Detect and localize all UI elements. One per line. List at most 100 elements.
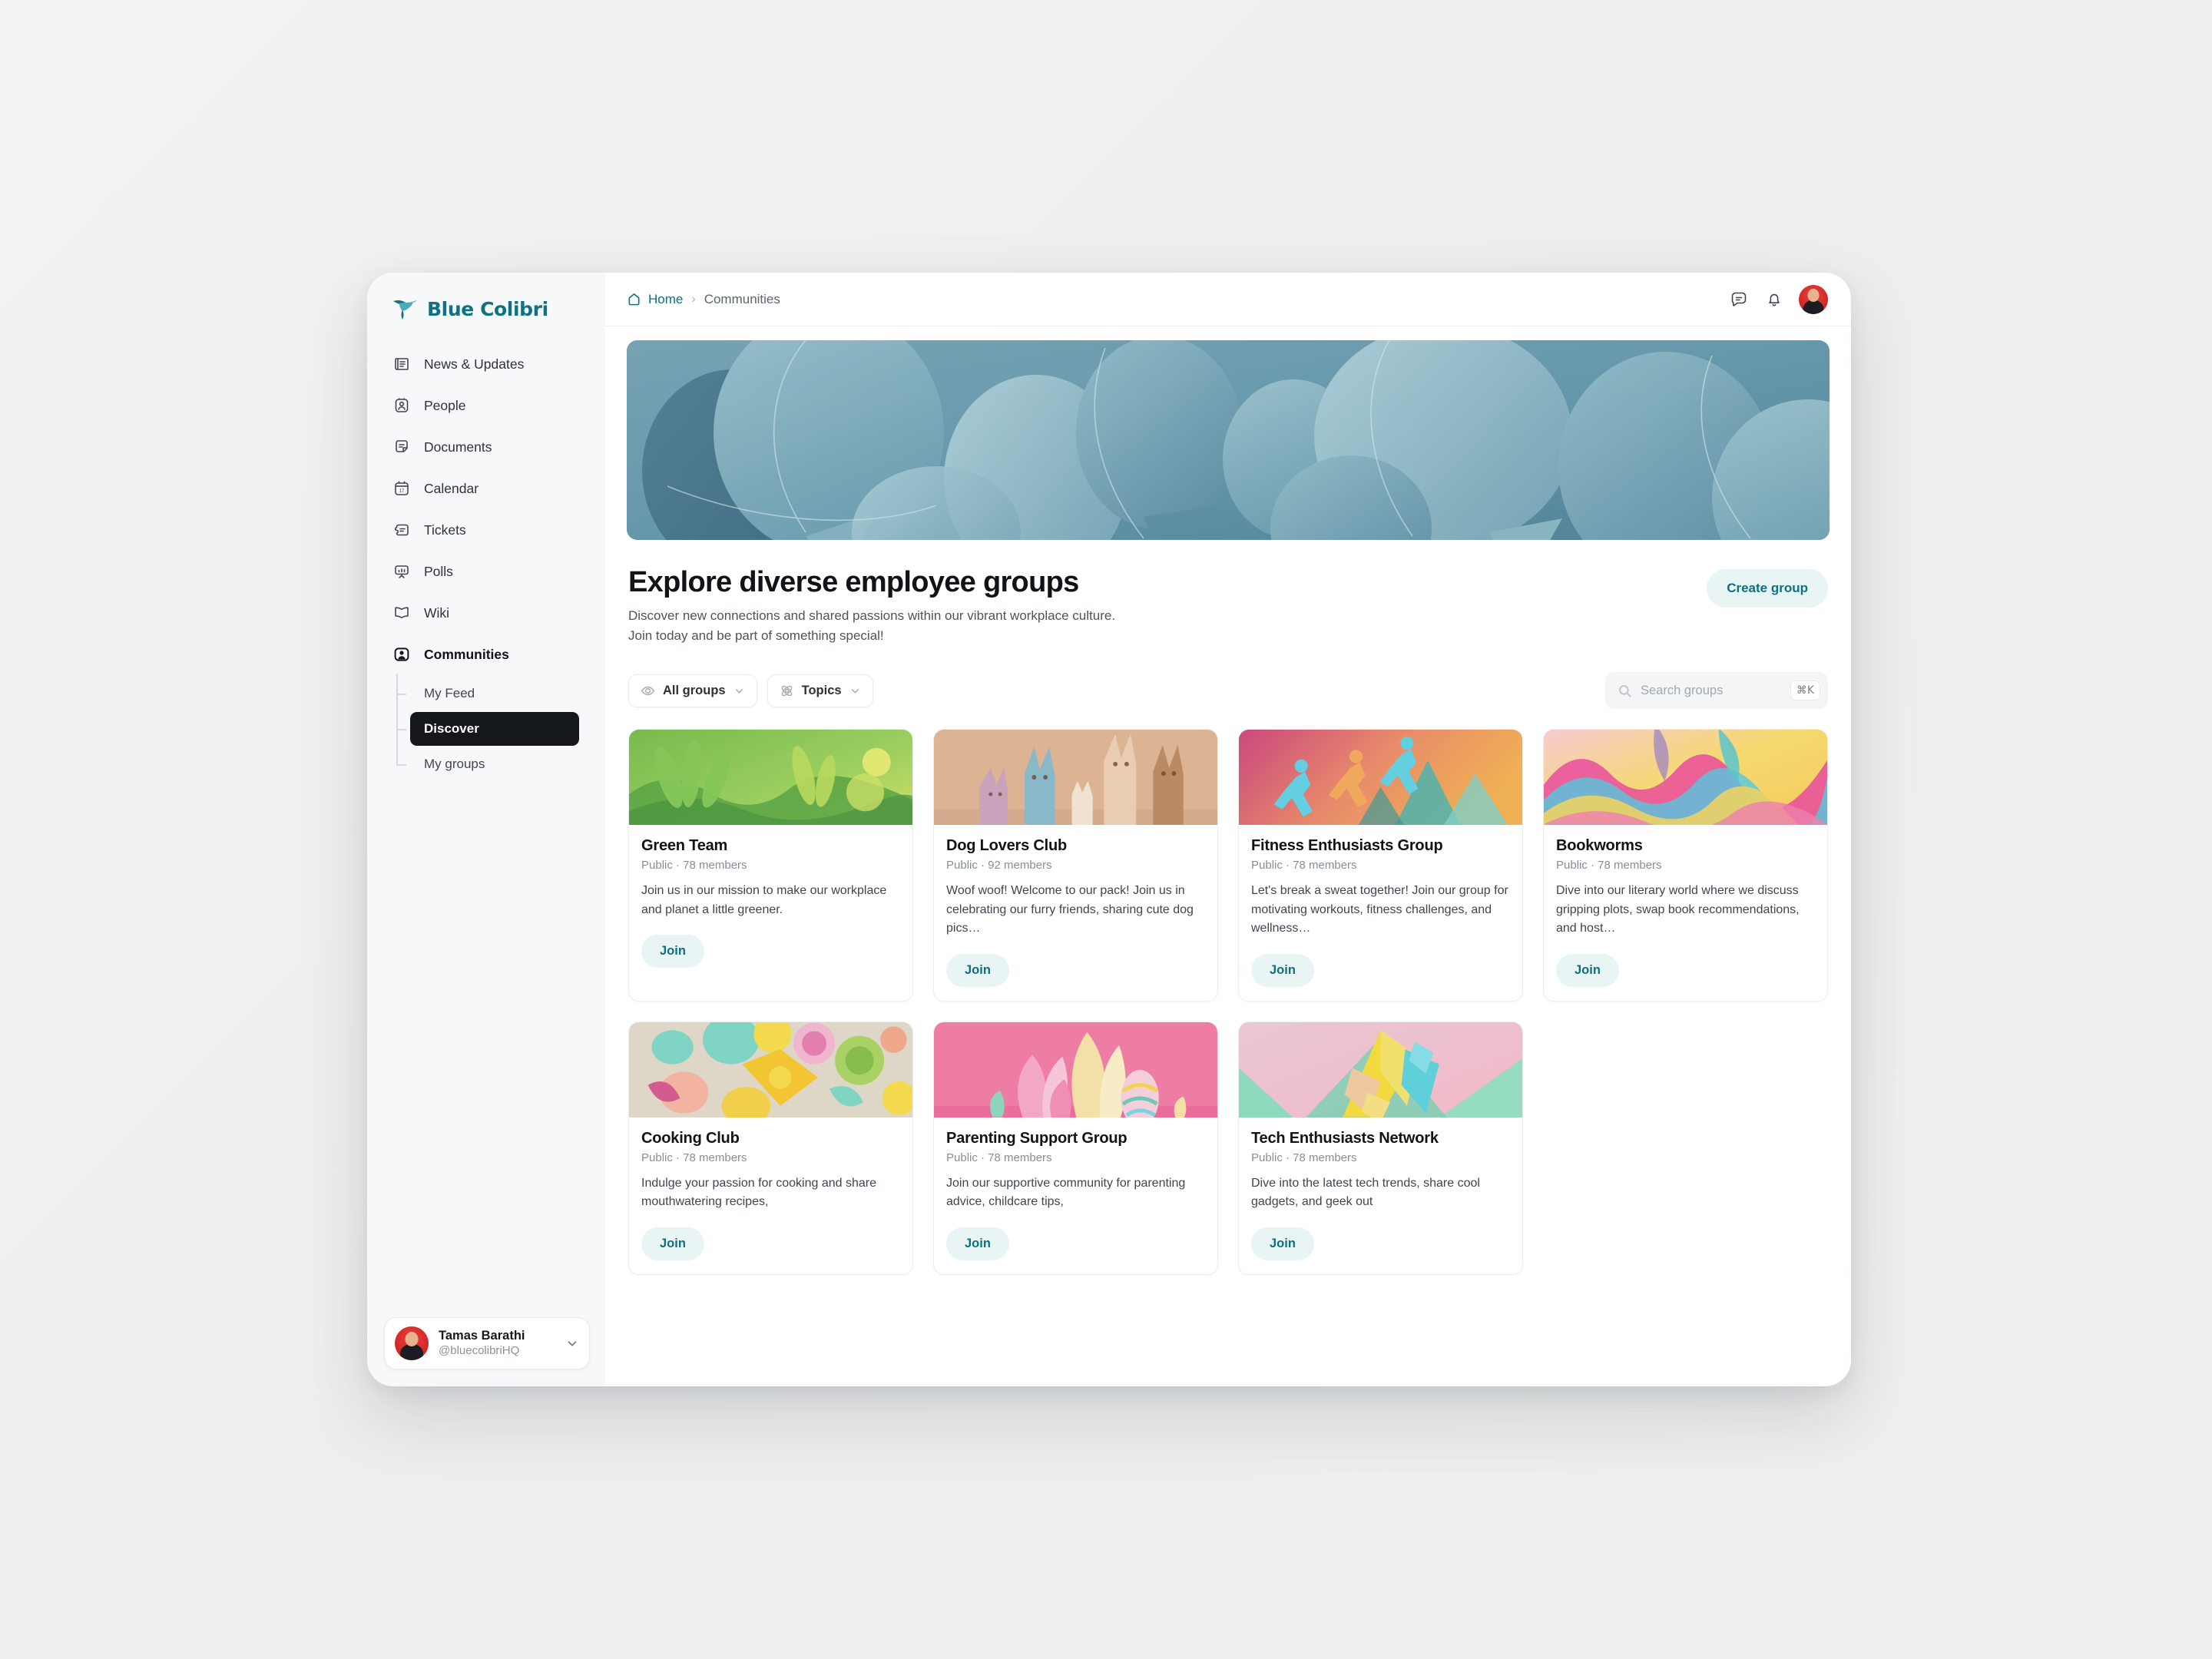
main-content: Home › Communities Explore diverse emplo…	[605, 273, 1851, 1386]
colibri-bird-icon	[393, 300, 417, 320]
sidebar-item-label: Polls	[424, 563, 453, 579]
brand-name: Blue Colibri	[427, 297, 548, 320]
communities-subnav: My Feed Discover My groups	[367, 674, 605, 783]
topics-filter[interactable]: Topics	[767, 674, 873, 707]
avatar[interactable]	[1799, 284, 1828, 314]
group-card[interactable]: Tech Enthusiasts Network Public · 78 mem…	[1238, 1021, 1523, 1275]
join-button[interactable]: Join	[946, 953, 1009, 987]
newspaper-icon	[392, 354, 412, 374]
group-meta: Public · 78 members	[1251, 1151, 1357, 1164]
breadcrumb-home[interactable]: Home	[627, 292, 683, 307]
poll-chart-icon	[392, 561, 412, 581]
chevron-down-icon	[735, 689, 743, 694]
app-window: Blue Colibri News & Updates People Docum…	[367, 273, 1851, 1386]
search-groups-container[interactable]: ⌘K	[1605, 672, 1828, 710]
sidebar-item-calendar[interactable]: 17 Calendar	[367, 468, 605, 509]
group-description: Indulge your passion for cooking and sha…	[641, 1176, 876, 1209]
group-card[interactable]: Dog Lovers Club Public · 92 members Woof…	[933, 729, 1218, 1002]
sidebar-item-label: Calendar	[424, 480, 479, 496]
calendar-icon: 17	[392, 478, 412, 498]
sidebar-item-communities[interactable]: Communities	[367, 634, 605, 675]
sidebar-item-documents[interactable]: Documents	[367, 426, 605, 468]
chevron-down-icon	[851, 689, 859, 694]
sidebar-item-wiki[interactable]: Wiki	[367, 592, 605, 634]
group-thumbnail-cooking	[629, 1022, 912, 1118]
group-card[interactable]: Green Team Public · 78 members Join us i…	[628, 729, 913, 1002]
group-title: Bookworms	[1556, 837, 1643, 855]
page-subtitle: Discover new connections and shared pass…	[628, 608, 1116, 643]
group-title: Tech Enthusiasts Network	[1251, 1129, 1439, 1147]
sidebar-subitem-my-groups[interactable]: My groups	[396, 747, 579, 781]
groups-grid-row-1: Green Team Public · 78 members Join us i…	[605, 709, 1851, 1002]
create-group-button[interactable]: Create group	[1707, 569, 1828, 608]
hero-speech-bubbles-illustration	[627, 340, 1830, 540]
group-card[interactable]: Fitness Enthusiasts Group Public · 78 me…	[1238, 729, 1523, 1002]
filter-row: All groups Topics Search groups ⌘K	[605, 646, 1851, 710]
user-name: Tamas Barathi	[439, 1329, 525, 1343]
sidebar-item-label: People	[424, 397, 466, 413]
all-groups-filter-label: All groups	[663, 683, 726, 697]
page-header: Explore diverse employee groups Discover…	[605, 540, 1851, 646]
topics-filter-label: Topics	[801, 683, 842, 697]
group-description: Join our supportive community for parent…	[946, 1176, 1186, 1209]
search-input[interactable]	[1641, 683, 1782, 698]
user-profile-card[interactable]: Tamas Barathi @bluecolibriHQ	[384, 1317, 590, 1369]
join-button[interactable]: Join	[1251, 953, 1314, 987]
bell-icon[interactable]	[1763, 289, 1785, 310]
group-title: Parenting Support Group	[946, 1129, 1128, 1147]
sidebar: Blue Colibri News & Updates People Docum…	[367, 273, 605, 1386]
breadcrumb-current: Communities	[704, 291, 780, 306]
sidebar-item-label: Communities	[424, 646, 509, 662]
chevron-down-icon[interactable]	[565, 1336, 579, 1350]
group-meta: Public · 78 members	[641, 1151, 747, 1164]
sidebar-subitem-my-feed[interactable]: My Feed	[396, 677, 579, 710]
sidebar-item-people[interactable]: People	[367, 385, 605, 426]
join-button[interactable]: Join	[946, 1227, 1009, 1260]
group-description: Let's break a sweat together! Join our g…	[1251, 884, 1508, 935]
breadcrumb-separator: ›	[691, 292, 696, 306]
grid-empty-slot	[1543, 1022, 1828, 1275]
sidebar-item-polls[interactable]: Polls	[367, 551, 605, 592]
groups-grid-row-2: Cooking Club Public · 78 members Indulge…	[605, 1002, 1851, 1275]
group-meta: Public · 78 members	[1556, 859, 1662, 873]
group-thumbnail-fitness	[1239, 730, 1522, 826]
group-meta: Public · 78 members	[641, 859, 747, 873]
group-thumbnail-green-team	[629, 730, 912, 826]
sidebar-item-label: Wiki	[424, 604, 450, 621]
sidebar-subitem-label: Discover	[424, 721, 479, 736]
atom-icon	[781, 685, 792, 696]
sidebar-item-label: Tickets	[424, 522, 466, 538]
search-icon	[1619, 684, 1631, 697]
sidebar-item-news-updates[interactable]: News & Updates	[367, 343, 605, 385]
sidebar-subitem-label: My Feed	[424, 686, 475, 700]
group-thumbnail-dog-lovers	[934, 730, 1217, 826]
group-title: Dog Lovers Club	[946, 837, 1068, 855]
topbar-actions	[1728, 284, 1828, 314]
group-thumbnail-bookworms	[1544, 730, 1827, 826]
scroll-area[interactable]: Explore diverse employee groups Discover…	[605, 326, 1851, 1386]
svg-text:17: 17	[399, 489, 405, 494]
chat-bubble-icon[interactable]	[1728, 289, 1750, 310]
group-meta: Public · 78 members	[946, 1151, 1052, 1164]
sidebar-item-tickets[interactable]: Tickets	[367, 509, 605, 551]
join-button[interactable]: Join	[1251, 1227, 1314, 1260]
brand-logo-area[interactable]: Blue Colibri	[367, 293, 605, 320]
sidebar-subitem-discover[interactable]: Discover	[396, 712, 579, 746]
group-description: Dive into our literary world where we di…	[1556, 884, 1800, 935]
join-button[interactable]: Join	[1556, 953, 1619, 987]
sidebar-nav: News & Updates People Documents 17 Calen…	[367, 343, 605, 783]
group-card[interactable]: Cooking Club Public · 78 members Indulge…	[628, 1021, 913, 1275]
all-groups-filter[interactable]: All groups	[628, 674, 757, 707]
join-button[interactable]: Join	[641, 1227, 704, 1260]
sidebar-item-label: News & Updates	[424, 356, 525, 372]
sidebar-item-label: Documents	[424, 439, 492, 455]
group-card[interactable]: Bookworms Public · 78 members Dive into …	[1543, 729, 1828, 1002]
join-button[interactable]: Join	[641, 935, 704, 969]
group-thumbnail-tech	[1239, 1022, 1522, 1118]
ticket-icon	[392, 520, 412, 540]
group-description: Join us in our mission to make our workp…	[641, 884, 887, 916]
group-card[interactable]: Parenting Support Group Public · 78 memb…	[933, 1021, 1218, 1275]
group-description: Dive into the latest tech trends, share …	[1251, 1176, 1480, 1209]
eye-icon	[641, 686, 655, 695]
user-handle: @bluecolibriHQ	[439, 1343, 520, 1357]
